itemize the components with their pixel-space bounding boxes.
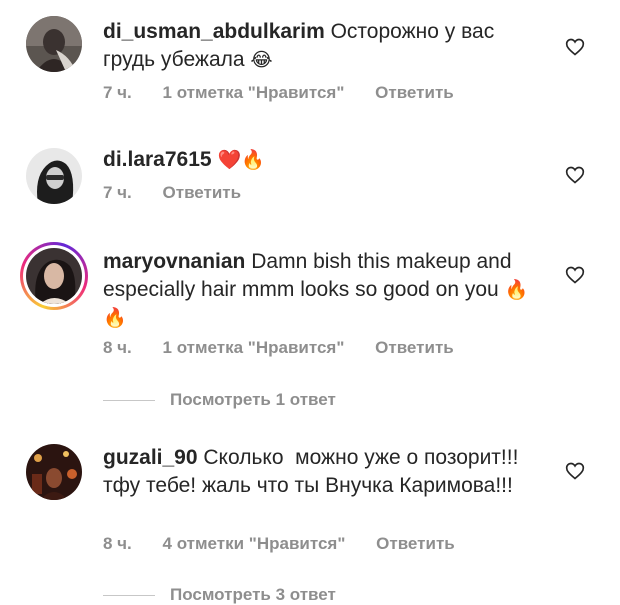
replies-divider [103, 595, 155, 597]
comment-username[interactable]: maryovnanian [103, 250, 245, 273]
comment-text: guzali_90 Сколько можно уже о позорит!!!… [103, 444, 543, 500]
comment-time: 8 ч. [103, 338, 132, 357]
reply-button[interactable]: Ответить [163, 183, 242, 203]
comment-meta: 7 ч. Ответить [103, 183, 241, 203]
avatar[interactable] [26, 16, 82, 72]
comment-item: di_usman_abdulkarim Осторожно у вас груд… [0, 0, 620, 120]
avatar[interactable] [26, 248, 82, 304]
comment-username[interactable]: guzali_90 [103, 446, 198, 469]
avatar[interactable] [26, 148, 82, 204]
comment-username[interactable]: di.lara7615 [103, 148, 212, 171]
view-replies-label: Посмотреть 1 ответ [170, 390, 336, 409]
replies-divider [103, 400, 155, 402]
comment-meta: 7 ч. 1 отметка "Нравится" Ответить [103, 83, 454, 103]
reply-button[interactable]: Ответить [375, 338, 454, 358]
heart-outline-icon[interactable] [565, 37, 585, 57]
comment-item: guzali_90 Сколько можно уже о позорит!!!… [0, 430, 620, 604]
reply-button[interactable]: Ответить [376, 534, 455, 554]
comment-time: 8 ч. [103, 534, 132, 553]
heart-outline-icon[interactable] [565, 461, 585, 481]
comment-item: di.lara7615 ❤️🔥 7 ч. Ответить [0, 120, 620, 220]
comment-likes[interactable]: 1 отметка "Нравится" [163, 338, 345, 358]
comment-text: di_usman_abdulkarim Осторожно у вас груд… [103, 18, 543, 74]
comment-emoji: 😂 [250, 49, 273, 71]
comment-text: maryovnanian Damn bish this makeup and e… [103, 248, 543, 332]
comment-meta: 8 ч. 4 отметки "Нравится" Ответить [103, 534, 455, 554]
heart-outline-icon[interactable] [565, 165, 585, 185]
view-replies-button[interactable]: Посмотреть 1 ответ [103, 390, 336, 410]
comment-time: 7 ч. [103, 183, 132, 202]
comment-username[interactable]: di_usman_abdulkarim [103, 20, 325, 43]
reply-button[interactable]: Ответить [375, 83, 454, 103]
comment-likes[interactable]: 1 отметка "Нравится" [163, 83, 345, 103]
comment-time: 7 ч. [103, 83, 132, 102]
comment-meta: 8 ч. 1 отметка "Нравится" Ответить [103, 338, 454, 358]
avatar[interactable] [26, 444, 82, 500]
heart-outline-icon[interactable] [565, 265, 585, 285]
view-replies-label: Посмотреть 3 ответ [170, 585, 336, 604]
comment-text: di.lara7615 ❤️🔥 [103, 146, 543, 174]
comment-item: maryovnanian Damn bish this makeup and e… [0, 230, 620, 420]
view-replies-button[interactable]: Посмотреть 3 ответ [103, 585, 336, 605]
comment-likes[interactable]: 4 отметки "Нравится" [163, 534, 346, 554]
comment-emoji: ❤️🔥 [217, 149, 265, 171]
